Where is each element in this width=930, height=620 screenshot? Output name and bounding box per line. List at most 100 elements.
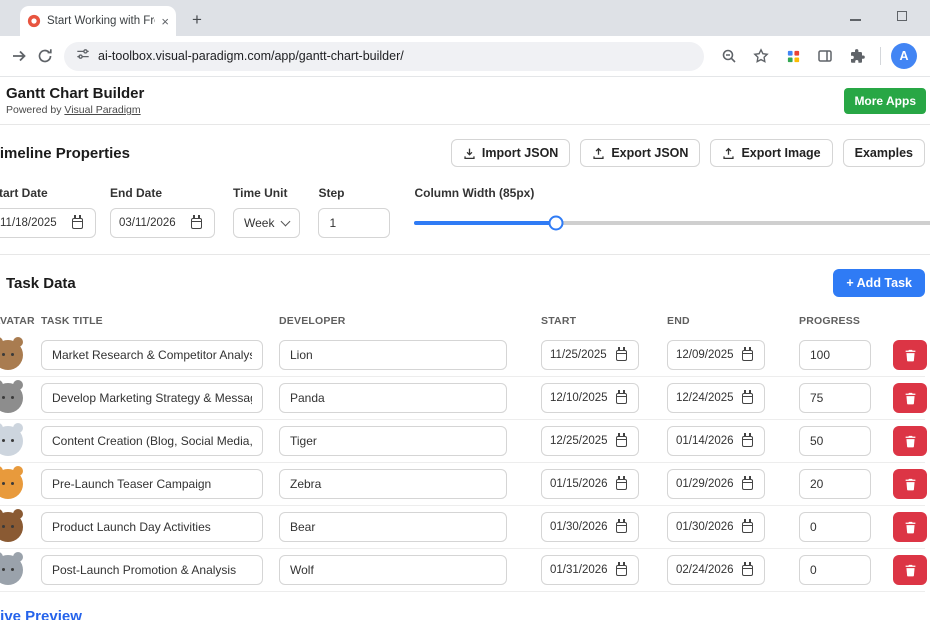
end-date-input[interactable] xyxy=(667,512,765,542)
calendar-icon[interactable] xyxy=(616,479,627,490)
end-date-value[interactable] xyxy=(676,478,738,490)
start-date-value[interactable] xyxy=(0,217,68,229)
developer-input[interactable] xyxy=(279,426,507,456)
start-date-input[interactable] xyxy=(541,340,639,370)
start-date-input[interactable] xyxy=(541,469,639,499)
start-date-value[interactable] xyxy=(550,435,612,447)
start-date-input[interactable] xyxy=(0,208,96,238)
end-date-input[interactable] xyxy=(667,340,765,370)
calendar-icon[interactable] xyxy=(616,393,627,404)
end-date-input[interactable] xyxy=(110,208,215,238)
start-date-input[interactable] xyxy=(541,555,639,585)
add-task-button[interactable]: + Add Task xyxy=(833,269,925,297)
calendar-icon[interactable] xyxy=(742,350,753,361)
delete-task-button[interactable] xyxy=(893,512,927,542)
end-date-value[interactable] xyxy=(676,392,738,404)
start-date-value[interactable] xyxy=(550,521,612,533)
progress-input[interactable] xyxy=(799,340,871,370)
end-date-input[interactable] xyxy=(667,383,765,413)
column-width-slider[interactable] xyxy=(414,208,930,238)
calendar-icon[interactable] xyxy=(742,565,753,576)
developer-input[interactable] xyxy=(279,340,507,370)
calendar-icon[interactable] xyxy=(616,350,627,361)
import-json-button[interactable]: Import JSON xyxy=(451,139,570,167)
calendar-icon[interactable] xyxy=(616,522,627,533)
start-date-field: Start Date xyxy=(0,186,96,238)
bookmark-star-icon[interactable] xyxy=(748,43,774,69)
delete-task-button[interactable] xyxy=(893,469,927,499)
start-date-value[interactable] xyxy=(550,564,612,576)
task-title-input[interactable] xyxy=(41,512,263,542)
progress-input[interactable] xyxy=(799,383,871,413)
task-data-heading-text: Task Data xyxy=(6,275,76,292)
progress-input[interactable] xyxy=(799,555,871,585)
delete-task-button[interactable] xyxy=(893,340,927,370)
developer-input[interactable] xyxy=(279,512,507,542)
export-image-button[interactable]: Export Image xyxy=(710,139,832,167)
calendar-icon[interactable] xyxy=(742,393,753,404)
end-date-value[interactable] xyxy=(676,349,738,361)
calendar-icon[interactable] xyxy=(616,565,627,576)
extension-colored-icon[interactable] xyxy=(780,43,806,69)
start-date-input[interactable] xyxy=(541,512,639,542)
end-date-value[interactable] xyxy=(676,521,738,533)
end-date-input[interactable] xyxy=(667,555,765,585)
timeline-section: Timeline Properties Import JSON Export J… xyxy=(0,125,930,254)
examples-button[interactable]: Examples xyxy=(843,139,925,167)
delete-task-button[interactable] xyxy=(893,383,927,413)
start-date-value[interactable] xyxy=(550,478,612,490)
progress-input[interactable] xyxy=(799,426,871,456)
address-bar[interactable]: ai-toolbox.visual-paradigm.com/app/gantt… xyxy=(64,42,704,71)
delete-task-button[interactable] xyxy=(893,555,927,585)
task-title-input[interactable] xyxy=(41,340,263,370)
start-date-value[interactable] xyxy=(550,349,612,361)
extensions-puzzle-icon[interactable] xyxy=(844,43,870,69)
calendar-icon[interactable] xyxy=(742,522,753,533)
visual-paradigm-link[interactable]: Visual Paradigm xyxy=(64,104,140,116)
calendar-icon[interactable] xyxy=(742,436,753,447)
slider-fill xyxy=(414,221,556,225)
more-apps-button[interactable]: More Apps xyxy=(844,88,926,114)
developer-input[interactable] xyxy=(279,383,507,413)
export-json-button[interactable]: Export JSON xyxy=(580,139,700,167)
end-date-value[interactable] xyxy=(676,564,738,576)
browser-tab[interactable]: Start Working with Free Online × xyxy=(20,6,176,36)
tab-title: Start Working with Free Online xyxy=(47,15,155,27)
site-settings-icon[interactable] xyxy=(76,47,90,66)
time-unit-select[interactable]: Week xyxy=(233,208,300,238)
slider-knob[interactable] xyxy=(549,216,564,231)
end-date-input[interactable] xyxy=(667,469,765,499)
trash-icon xyxy=(904,349,917,362)
developer-input[interactable] xyxy=(279,469,507,499)
step-input[interactable] xyxy=(318,208,390,238)
calendar-icon[interactable] xyxy=(616,436,627,447)
side-panel-icon[interactable] xyxy=(812,43,838,69)
start-date-input[interactable] xyxy=(541,383,639,413)
forward-icon[interactable] xyxy=(6,43,32,69)
reload-icon[interactable] xyxy=(32,43,58,69)
calendar-icon[interactable] xyxy=(191,218,202,229)
calendar-icon[interactable] xyxy=(742,479,753,490)
task-title-input[interactable] xyxy=(41,469,263,499)
start-date-value[interactable] xyxy=(550,392,612,404)
zoom-out-icon[interactable] xyxy=(716,43,742,69)
developer-input[interactable] xyxy=(279,555,507,585)
end-date-input[interactable] xyxy=(667,426,765,456)
new-tab-button[interactable]: + xyxy=(184,7,210,33)
start-date-input[interactable] xyxy=(541,426,639,456)
task-title-input[interactable] xyxy=(41,383,263,413)
tab-close-icon[interactable]: × xyxy=(161,15,169,28)
delete-task-button[interactable] xyxy=(893,426,927,456)
task-title-input[interactable] xyxy=(41,426,263,456)
slider-track[interactable] xyxy=(414,221,930,225)
panda-avatar xyxy=(0,383,23,413)
progress-input[interactable] xyxy=(799,469,871,499)
maximize-icon[interactable] xyxy=(897,11,907,21)
task-title-input[interactable] xyxy=(41,555,263,585)
minimize-icon[interactable] xyxy=(850,19,861,21)
progress-input[interactable] xyxy=(799,512,871,542)
calendar-icon[interactable] xyxy=(72,218,83,229)
profile-avatar[interactable]: A xyxy=(891,43,917,69)
end-date-value[interactable] xyxy=(676,435,738,447)
end-date-value[interactable] xyxy=(119,217,187,229)
